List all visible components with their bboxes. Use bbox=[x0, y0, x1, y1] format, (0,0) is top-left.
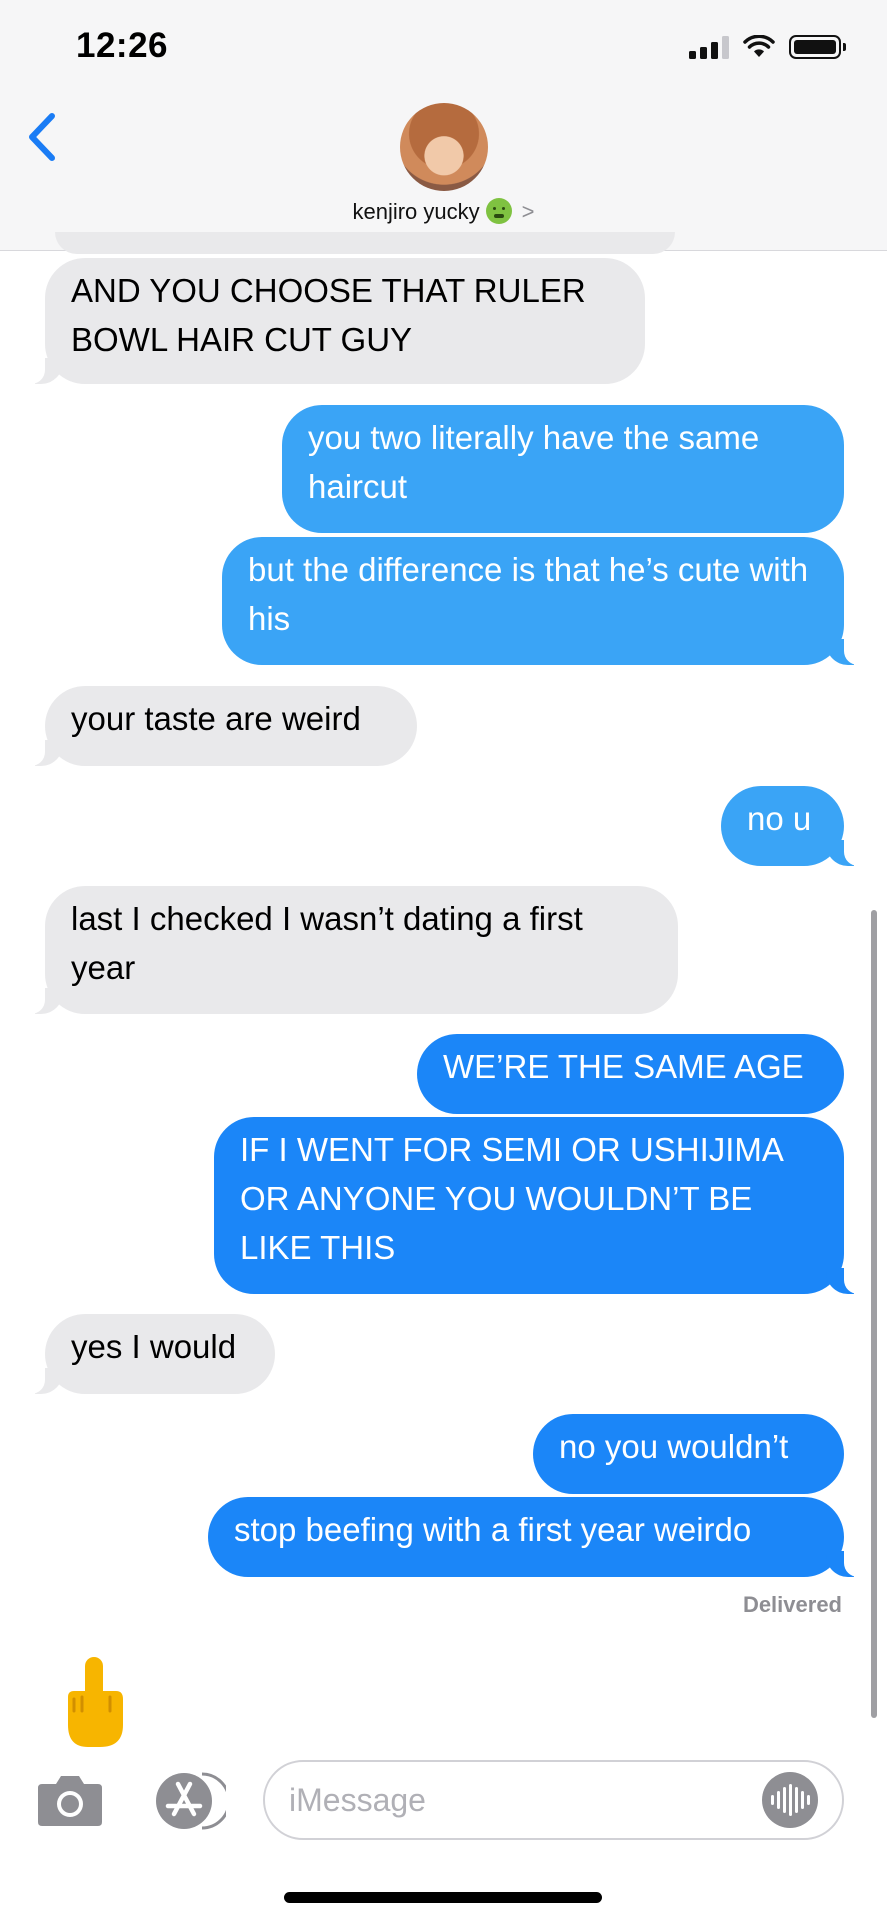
status-icons bbox=[689, 32, 846, 62]
message-text: yes I would bbox=[71, 1328, 237, 1365]
delivered-status: Delivered bbox=[742, 1592, 842, 1617]
status-time: 12:26 bbox=[76, 26, 169, 65]
message-text: stop beefing with a first year weirdo bbox=[234, 1511, 752, 1548]
scrollbar[interactable] bbox=[871, 910, 877, 1718]
partially-hidden-message bbox=[55, 232, 675, 254]
middle-finger-emoji-icon bbox=[68, 1657, 123, 1747]
message-bubble-outgoing[interactable]: you two literally have the same haircut bbox=[282, 405, 844, 533]
conversation-header: 12:26 kenjiro yucky > bbox=[0, 0, 887, 251]
contact-name-row[interactable]: kenjiro yucky > bbox=[0, 198, 887, 225]
message-input-placeholder: iMessage bbox=[289, 1781, 426, 1818]
back-chevron-icon[interactable] bbox=[22, 110, 62, 164]
camera-icon[interactable] bbox=[36, 1772, 104, 1828]
nauseated-face-icon bbox=[485, 198, 512, 224]
message-bubble-outgoing[interactable]: WE’RE THE SAME AGE bbox=[417, 1034, 844, 1114]
message-text: last I checked I wasn’t dating a first y… bbox=[71, 900, 583, 986]
message-text: IF I WENT FOR SEMI OR USHIJIMA OR ANYONE… bbox=[240, 1131, 783, 1266]
message-text: AND YOU CHOOSE THAT RULER BOWL HAIR CUT … bbox=[71, 272, 586, 358]
wifi-icon bbox=[743, 35, 775, 57]
message-text: but the difference is that he’s cute wit… bbox=[248, 551, 809, 637]
message-input[interactable]: iMessage bbox=[263, 1760, 844, 1840]
audio-message-icon[interactable] bbox=[762, 1772, 818, 1828]
message-text: you two literally have the same haircut bbox=[308, 419, 760, 505]
message-bubble-incoming[interactable]: AND YOU CHOOSE THAT RULER BOWL HAIR CUT … bbox=[23, 258, 645, 384]
message-text: WE’RE THE SAME AGE bbox=[443, 1048, 804, 1085]
contact-name: kenjiro yucky bbox=[352, 199, 480, 224]
message-bubble-outgoing[interactable]: no u bbox=[721, 786, 866, 866]
message-bubble-outgoing[interactable]: stop beefing with a first year weirdo bbox=[208, 1497, 866, 1577]
message-text: no u bbox=[747, 800, 812, 837]
message-text: your taste are weird bbox=[71, 700, 361, 737]
home-indicator[interactable] bbox=[284, 1892, 602, 1903]
message-bubble-outgoing[interactable]: no you wouldn’t bbox=[533, 1414, 844, 1494]
app-store-icon[interactable] bbox=[150, 1770, 226, 1832]
message-bubble-incoming[interactable]: last I checked I wasn’t dating a first y… bbox=[23, 886, 678, 1014]
contact-avatar[interactable] bbox=[400, 103, 488, 191]
message-bubble-outgoing[interactable]: IF I WENT FOR SEMI OR USHIJIMA OR ANYONE… bbox=[214, 1117, 866, 1294]
message-bubble-incoming[interactable]: your taste are weird bbox=[23, 686, 417, 766]
cellular-signal-icon bbox=[689, 35, 729, 59]
battery-icon bbox=[789, 35, 846, 59]
chevron-right-icon: > bbox=[521, 199, 535, 224]
message-bubble-incoming[interactable]: yes I would bbox=[23, 1314, 275, 1394]
message-bubble-outgoing[interactable]: but the difference is that he’s cute wit… bbox=[222, 537, 866, 665]
message-text: no you wouldn’t bbox=[559, 1428, 789, 1465]
